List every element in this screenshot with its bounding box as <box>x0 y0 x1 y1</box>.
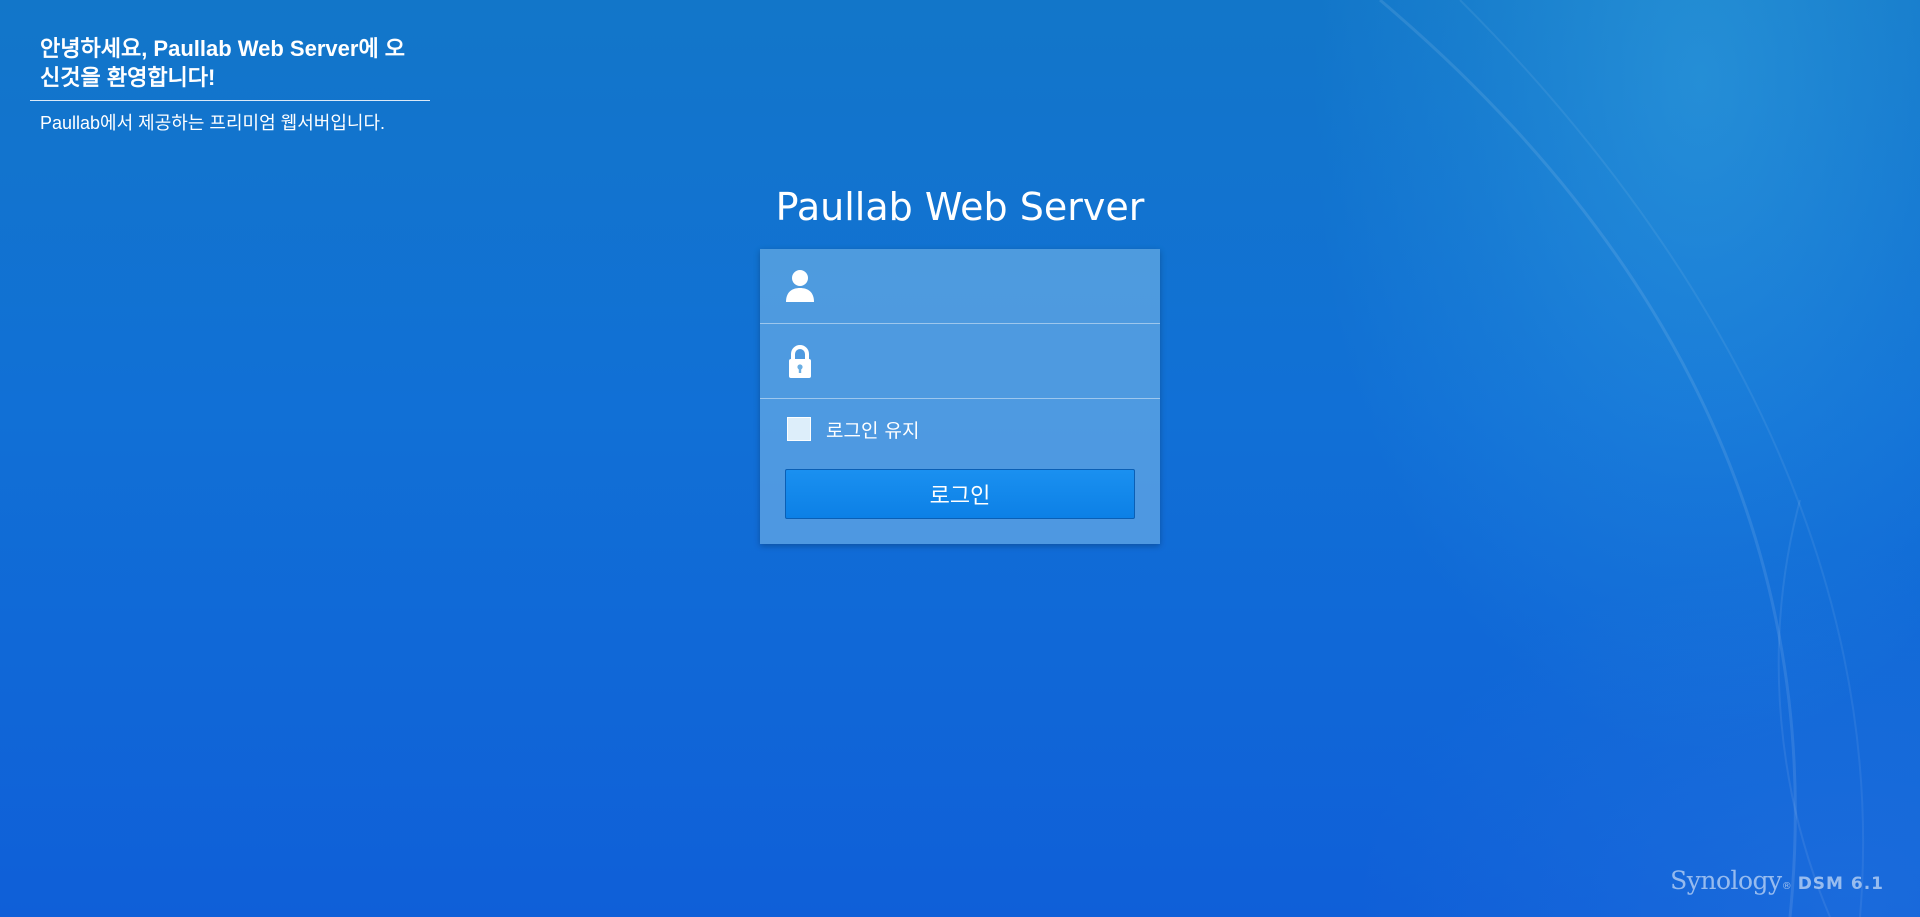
user-icon <box>786 270 814 302</box>
registered-mark: ® <box>1781 881 1792 892</box>
brand-logo: Synology ® DSM 6.1 <box>1670 866 1884 895</box>
login-button[interactable]: 로그인 <box>785 469 1135 519</box>
product-title: Paullab Web Server <box>775 185 1145 229</box>
username-input[interactable] <box>840 265 1144 309</box>
username-row <box>760 249 1160 324</box>
welcome-panel: 안녕하세요, Paullab Web Server에 오신것을 환영합니다! P… <box>30 34 430 136</box>
password-row <box>760 324 1160 399</box>
remember-me[interactable]: 로그인 유지 <box>787 414 919 444</box>
lock-icon <box>789 345 811 378</box>
remember-label[interactable]: 로그인 유지 <box>826 416 919 443</box>
synology-logo: Synology <box>1670 866 1782 895</box>
welcome-title: 안녕하세요, Paullab Web Server에 오신것을 환영합니다! <box>40 36 406 90</box>
password-input[interactable] <box>840 340 1144 384</box>
welcome-description: Paullab에서 제공하는 프리미엄 웹서버입니다. <box>40 113 386 133</box>
login-form: 로그인 유지 로그인 <box>760 249 1160 544</box>
remember-checkbox[interactable] <box>787 417 811 441</box>
dsm-version: DSM 6.1 <box>1797 874 1884 894</box>
